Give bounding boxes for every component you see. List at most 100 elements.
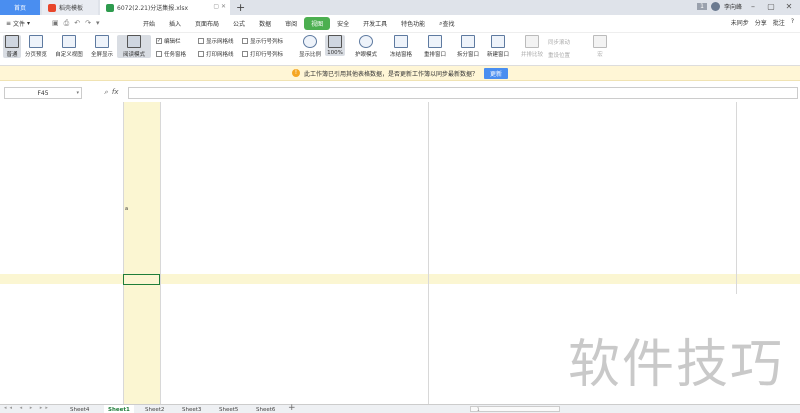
formula-tools: ⌕ fx xyxy=(104,88,119,97)
reset-position-toggle[interactable]: 重设位置 xyxy=(548,51,570,59)
formula-bar-toggle[interactable]: ✓ 编辑栏 xyxy=(156,37,181,45)
print-gridlines-label: 打印网格线 xyxy=(206,52,234,58)
sheet-tab[interactable]: Sheet4 xyxy=(70,405,89,413)
menu-data[interactable]: 数据 xyxy=(252,17,278,30)
menu-search[interactable]: ⌕ 查找 xyxy=(432,17,461,30)
sheet-nav-arrows[interactable]: ◂◂ ◂ ▸ ▸▸ xyxy=(4,405,51,411)
show-gridlines-toggle[interactable]: 显示网格线 xyxy=(198,37,234,45)
arrange-windows-button[interactable]: 重排窗口 xyxy=(420,35,450,58)
avatar[interactable] xyxy=(710,2,720,11)
menu-insert[interactable]: 插入 xyxy=(162,17,188,30)
window-tab-bar: 首页 稻壳模板 6072(2.21)分送集报.xlsx ▢ ✕ + 1 李向峰 … xyxy=(0,0,800,15)
horizontal-scrollbar-label: 1 xyxy=(477,407,480,412)
side-by-side-button[interactable]: 并排比较 xyxy=(518,35,546,58)
reading-mode-button[interactable]: 阅读模式 xyxy=(117,35,151,58)
custom-view-button[interactable]: 自定义视图 xyxy=(52,35,86,58)
redo-icon[interactable]: ↷ xyxy=(85,19,91,28)
file-menu-label: 文件 xyxy=(13,21,26,28)
eye-protection-button[interactable]: 护眼模式 xyxy=(351,35,381,58)
print-gridlines-toggle[interactable]: 打印网格线 xyxy=(198,50,234,58)
fx-icon[interactable]: fx xyxy=(112,88,119,97)
fullscreen-button[interactable]: 全屏显示 xyxy=(88,35,116,58)
sync-scroll-toggle[interactable]: 同步滚动 xyxy=(548,38,570,46)
task-pane-toggle[interactable]: 任务窗格 xyxy=(156,50,186,58)
menu-view[interactable]: 视图 xyxy=(304,17,331,30)
normal-view-button[interactable]: 普通 xyxy=(3,35,21,58)
reading-mode-icon xyxy=(127,35,141,48)
show-headings-toggle[interactable]: 显示行号列标 xyxy=(242,37,283,45)
menu-features[interactable]: 特色功能 xyxy=(394,17,432,30)
task-pane-toggle-label: 任务窗格 xyxy=(164,52,187,58)
sheet-tab[interactable]: Sheet3 xyxy=(182,405,201,413)
chevron-down-icon: ▾ xyxy=(27,20,31,27)
sheet-tab[interactable]: Sheet5 xyxy=(219,405,238,413)
checkbox xyxy=(242,38,248,44)
checkbox xyxy=(242,51,248,57)
user-name[interactable]: 李向峰 xyxy=(724,2,742,11)
tab-close-icon[interactable]: ▢ ✕ xyxy=(213,3,226,10)
new-window-icon xyxy=(491,35,505,48)
macro-button[interactable]: 宏 xyxy=(592,35,608,58)
formula-input[interactable] xyxy=(128,87,798,99)
search-label: 查找 xyxy=(442,21,455,28)
name-box-value: F45 xyxy=(37,89,49,97)
tab-home[interactable]: 首页 xyxy=(0,0,40,15)
add-sheet-button[interactable]: + xyxy=(288,403,296,413)
update-notification: ! 此工作簿已引用其他表格数据，是否更新工作簿以同步最新数据？ 更新 xyxy=(0,66,800,81)
tab-document[interactable]: 6072(2.21)分送集报.xlsx ▢ ✕ xyxy=(100,0,230,15)
new-tab-button[interactable]: + xyxy=(236,1,245,14)
print-icon[interactable]: ⎙ xyxy=(64,19,70,28)
menu-review[interactable]: 审阅 xyxy=(278,17,304,30)
sheet-tab-bar: ◂◂ ◂ ▸ ▸▸ Sheet4 Sheet1 Sheet2 Sheet3 Sh… xyxy=(0,403,800,413)
side-by-side-label: 并排比较 xyxy=(520,52,543,58)
menu-formula[interactable]: 公式 xyxy=(226,17,252,30)
split-window-button[interactable]: 拆分窗口 xyxy=(454,35,482,58)
zoom-100-icon xyxy=(328,35,342,48)
normal-view-label: 普通 xyxy=(6,52,18,58)
new-window-button[interactable]: 新建窗口 xyxy=(484,35,512,58)
page-break-preview-button[interactable]: 分页预览 xyxy=(22,35,50,58)
share-button[interactable]: 分享 xyxy=(755,18,767,27)
warning-icon: ! xyxy=(291,69,300,77)
menu-security[interactable]: 安全 xyxy=(330,17,356,30)
undo-icon[interactable]: ↶ xyxy=(74,19,80,28)
menu-home[interactable]: 开始 xyxy=(136,17,162,30)
maximize-icon[interactable]: ▢ xyxy=(764,2,778,11)
watermark: 软件技巧 xyxy=(568,335,785,395)
eye-icon xyxy=(359,35,373,48)
menu-developer[interactable]: 开发工具 xyxy=(356,17,394,30)
minimize-icon[interactable]: – xyxy=(746,2,760,11)
worksheet-grid[interactable]: a 软件技巧 xyxy=(0,102,800,404)
freeze-panes-button[interactable]: 冻结窗格 xyxy=(386,35,416,58)
sheet-tab[interactable]: Sheet6 xyxy=(256,405,275,413)
update-button[interactable]: 更新 xyxy=(484,67,509,79)
checkbox xyxy=(156,51,162,57)
print-headings-label: 打印行号列标 xyxy=(250,52,284,58)
more-icon[interactable]: ▾ xyxy=(96,19,100,28)
sync-status[interactable]: 未同步 xyxy=(731,18,749,27)
menu-bar: ≡ 文件 ▾ ▣ ⎙ ↶ ↷ ▾ 开始 插入 页面布局 公式 数据 审阅 视图 … xyxy=(0,15,800,33)
chevron-down-icon[interactable]: ▾ xyxy=(76,90,79,96)
zoom-search-icon[interactable]: ⌕ xyxy=(104,88,108,97)
close-icon[interactable]: ✕ xyxy=(782,2,796,11)
window-count-badge: 1 xyxy=(697,3,707,10)
name-box[interactable]: F45 ▾ xyxy=(4,87,82,99)
zoom-button[interactable]: 显示比例 xyxy=(296,35,324,58)
comment-button[interactable]: 批注 xyxy=(773,18,785,27)
help-icon[interactable]: ? xyxy=(791,18,794,27)
file-menu[interactable]: ≡ 文件 ▾ xyxy=(0,19,52,28)
sheet-tab-active[interactable]: Sheet1 xyxy=(104,405,134,413)
save-icon[interactable]: ▣ xyxy=(52,19,59,28)
formula-bar-toggle-label: 编辑栏 xyxy=(164,39,181,45)
tab-template[interactable]: 稻壳模板 xyxy=(42,0,98,15)
menu-page-layout[interactable]: 页面布局 xyxy=(188,17,226,30)
horizontal-scrollbar[interactable]: 1 xyxy=(470,406,560,412)
sheet-tab[interactable]: Sheet2 xyxy=(145,405,164,413)
cell-content: a xyxy=(125,206,129,212)
freeze-panes-icon xyxy=(394,35,408,48)
active-cell[interactable] xyxy=(123,274,160,285)
print-headings-toggle[interactable]: 打印行号列标 xyxy=(242,50,283,58)
custom-view-label: 自定义视图 xyxy=(55,52,83,58)
zoom-100-button[interactable]: 100% xyxy=(325,35,345,56)
row-highlight xyxy=(0,274,800,284)
